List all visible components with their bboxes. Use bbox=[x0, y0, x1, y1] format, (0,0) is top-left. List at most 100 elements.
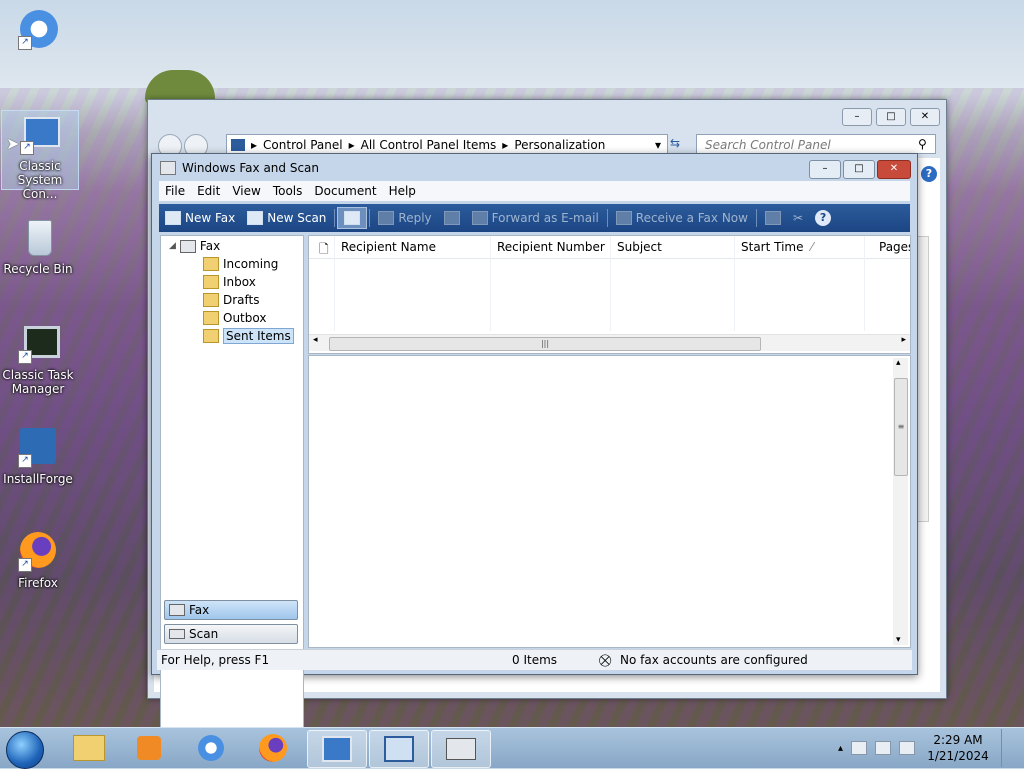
tree-item-outbox[interactable]: Outbox bbox=[203, 311, 266, 325]
desktop-icon-label: Classic System Con... bbox=[17, 159, 63, 201]
new-scan-button[interactable]: New Scan bbox=[241, 211, 332, 225]
nav-button-fax[interactable]: Fax bbox=[164, 600, 298, 620]
breadcrumb-item[interactable]: Control Panel bbox=[263, 138, 343, 152]
message-list[interactable]: 🗋 Recipient Name Recipient Number Subjec… bbox=[308, 235, 911, 354]
help-icon[interactable]: ? bbox=[921, 166, 937, 182]
taskbar-firefox[interactable] bbox=[244, 730, 302, 766]
tree-label: Outbox bbox=[223, 311, 267, 325]
menu-document[interactable]: Document bbox=[308, 184, 382, 198]
scroll-right-icon[interactable]: ▸ bbox=[901, 335, 906, 345]
search-icon[interactable]: ⚲ bbox=[918, 137, 927, 151]
tree-item-incoming[interactable]: Incoming bbox=[203, 257, 278, 271]
scroll-left-icon[interactable]: ◂ bbox=[313, 335, 318, 345]
search-input[interactable]: Search Control Panel bbox=[696, 134, 936, 154]
new-fax-label: New Fax bbox=[185, 211, 236, 225]
nav-button-label: Fax bbox=[189, 603, 210, 617]
start-button[interactable] bbox=[6, 731, 44, 769]
nav-button-scan[interactable]: Scan bbox=[164, 624, 298, 644]
menu-edit[interactable]: Edit bbox=[191, 184, 226, 198]
system-config-icon: ↗ bbox=[20, 115, 60, 155]
window-title: Windows Fax and Scan bbox=[182, 161, 320, 175]
volume-muted-icon[interactable] bbox=[899, 741, 915, 755]
show-desktop-button[interactable] bbox=[1001, 729, 1014, 767]
menu-view[interactable]: View bbox=[226, 184, 266, 198]
show-hidden-icons-icon[interactable]: ▴ bbox=[838, 743, 843, 754]
taskbar-system-config[interactable] bbox=[307, 730, 367, 768]
column-pages[interactable]: Pages bbox=[879, 240, 910, 254]
view-toggle-button[interactable] bbox=[337, 207, 368, 229]
control-panel-icon bbox=[384, 736, 414, 762]
column-recipient-name[interactable]: Recipient Name bbox=[341, 240, 436, 254]
view-pane-icon bbox=[344, 211, 361, 225]
menu-file[interactable]: File bbox=[159, 184, 191, 198]
tree-root-fax[interactable]: ◢ Fax bbox=[169, 239, 220, 253]
status-bar: For Help, press F1 0 Items ⛒ No fax acco… bbox=[157, 649, 912, 670]
taskbar-browser[interactable] bbox=[182, 730, 240, 766]
scroll-up-icon[interactable]: ▴ bbox=[896, 358, 901, 368]
minimize-button[interactable]: – bbox=[809, 160, 841, 179]
receive-label: Receive a Fax Now bbox=[635, 211, 748, 225]
desktop-icon-recycle-bin[interactable]: Recycle Bin bbox=[0, 214, 76, 276]
tools-button[interactable]: ✂ bbox=[787, 211, 809, 225]
chevron-down-icon[interactable]: ▾ bbox=[655, 138, 661, 152]
column-subject[interactable]: Subject bbox=[617, 240, 662, 254]
forward-label: Forward as E-mail bbox=[491, 211, 599, 225]
help-icon[interactable]: ? bbox=[815, 210, 832, 226]
task-manager-icon: ↗ bbox=[18, 324, 60, 364]
clock-time: 2:29 AM bbox=[933, 733, 983, 747]
forward-email-button[interactable]: Forward as E-mail bbox=[466, 211, 605, 225]
chrome-like-icon: ↗ bbox=[18, 10, 58, 50]
scroll-down-icon[interactable]: ▾ bbox=[896, 635, 901, 645]
vertical-scrollbar[interactable]: ▴ ≡ ▾ bbox=[893, 358, 908, 645]
minimize-button[interactable]: – bbox=[842, 108, 872, 126]
maximize-button[interactable]: □ bbox=[843, 160, 875, 179]
fax-printer-button[interactable] bbox=[759, 211, 787, 225]
tree-item-inbox[interactable]: Inbox bbox=[203, 275, 256, 289]
desktop-icon-task-manager[interactable]: ↗ Classic Task Manager bbox=[0, 320, 76, 396]
system-config-icon bbox=[322, 736, 352, 762]
taskbar-control-panel[interactable] bbox=[369, 730, 429, 768]
close-button[interactable]: ✕ bbox=[910, 108, 940, 126]
expand-triangle-icon[interactable]: ◢ bbox=[169, 241, 176, 251]
nav-button-label: Scan bbox=[189, 627, 219, 641]
clock[interactable]: 2:29 AM 1/21/2024 bbox=[923, 732, 993, 764]
scroll-thumb[interactable]: ||| bbox=[329, 337, 761, 351]
print-button[interactable] bbox=[438, 211, 466, 225]
tree-item-drafts[interactable]: Drafts bbox=[203, 293, 260, 307]
breadcrumb-item[interactable]: All Control Panel Items bbox=[361, 138, 497, 152]
reply-button[interactable]: Reply bbox=[372, 211, 437, 225]
fax-and-scan-window[interactable]: Windows Fax and Scan – □ ✕ File Edit Vie… bbox=[151, 153, 918, 750]
close-button[interactable]: ✕ bbox=[877, 160, 911, 179]
taskbar-fax-and-scan[interactable] bbox=[431, 730, 491, 768]
title-bar[interactable]: Windows Fax and Scan bbox=[152, 154, 917, 182]
desktop-icon-installforge[interactable]: ↗ InstallForge bbox=[0, 424, 76, 486]
menu-help[interactable]: Help bbox=[383, 184, 422, 198]
column-recipient-number[interactable]: Recipient Number bbox=[497, 240, 605, 254]
network-icon[interactable] bbox=[875, 741, 891, 755]
chevron-right-icon: ▸ bbox=[348, 138, 355, 152]
firefox-icon bbox=[259, 734, 287, 762]
system-tray: ▴ 2:29 AM 1/21/2024 bbox=[838, 728, 1024, 768]
new-fax-button[interactable]: New Fax bbox=[159, 211, 241, 225]
refresh-icon[interactable]: ⇆ bbox=[670, 136, 680, 150]
folder-icon bbox=[73, 735, 105, 761]
taskbar: ▴ 2:29 AM 1/21/2024 bbox=[0, 727, 1024, 769]
desktop-icon-firefox[interactable]: ↗ Firefox bbox=[0, 528, 76, 590]
receive-fax-button[interactable]: Receive a Fax Now bbox=[610, 211, 754, 225]
menu-tools[interactable]: Tools bbox=[267, 184, 309, 198]
horizontal-scrollbar[interactable]: ◂ ||| ▸ bbox=[309, 334, 910, 351]
taskbar-explorer[interactable] bbox=[60, 730, 118, 766]
breadcrumb-item[interactable]: Personalization bbox=[514, 138, 605, 152]
fax-machine-icon bbox=[179, 239, 196, 253]
action-center-flag-icon[interactable] bbox=[851, 741, 867, 755]
maximize-button[interactable]: □ bbox=[876, 108, 906, 126]
document-icon[interactable]: 🗋 bbox=[319, 240, 329, 261]
preview-pane[interactable]: ▴ ≡ ▾ bbox=[308, 355, 911, 648]
tree-item-sent-items[interactable]: Sent Items bbox=[203, 328, 294, 344]
scroll-thumb[interactable]: ≡ bbox=[894, 378, 908, 476]
taskbar-media-player[interactable] bbox=[120, 730, 178, 766]
column-start-time[interactable]: Start Time bbox=[741, 240, 804, 254]
tree-label: Sent Items bbox=[223, 328, 294, 344]
desktop-icon-browser[interactable]: ↗ bbox=[0, 6, 76, 54]
sort-indicator-icon: ⁄ bbox=[811, 240, 814, 254]
